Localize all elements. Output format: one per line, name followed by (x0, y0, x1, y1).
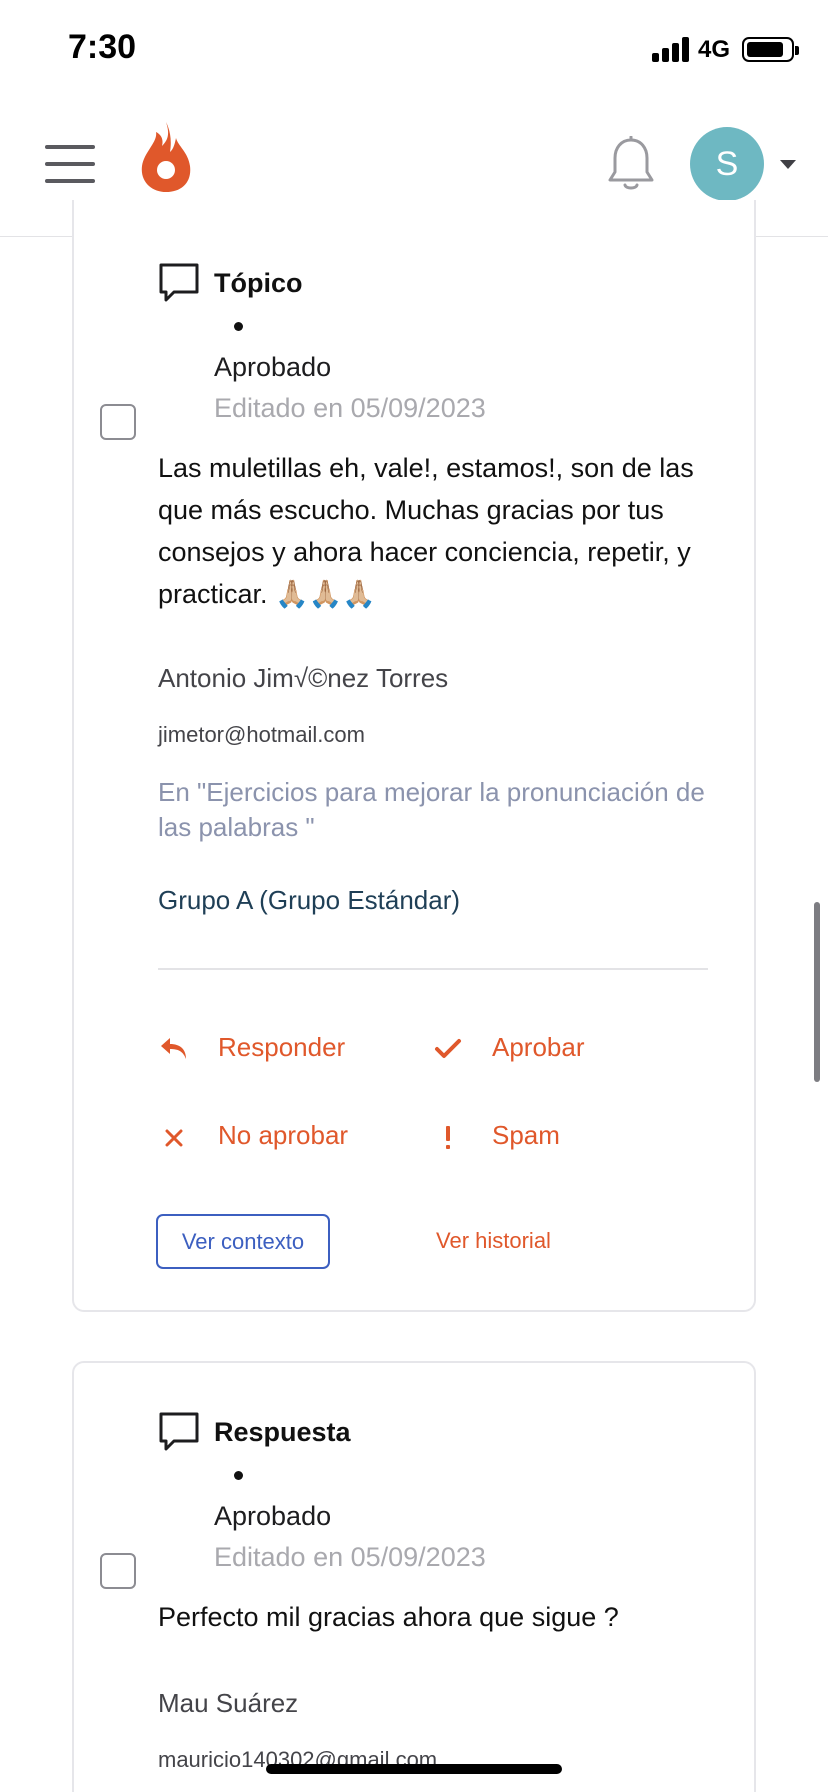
speech-bubble-icon (159, 263, 199, 302)
edited-date: Editado en 05/09/2023 (214, 1542, 486, 1572)
status-time: 7:30 (68, 28, 137, 66)
author-name: Antonio Jim√©nez Torres (158, 663, 449, 693)
bell-icon[interactable] (606, 136, 656, 192)
bullet (234, 322, 243, 331)
signal-icon (652, 36, 692, 62)
bullet (234, 1471, 243, 1480)
menu-icon[interactable] (45, 145, 95, 183)
flame-logo-icon[interactable] (138, 120, 194, 194)
battery-icon (742, 37, 799, 62)
network-type: 4G (698, 36, 731, 63)
check-icon (435, 1039, 461, 1058)
comment-body: Perfecto mil gracias ahora que sigue ? (158, 1602, 619, 1632)
exclamation-icon (446, 1126, 450, 1149)
disapprove-button[interactable]: No aprobar (158, 1118, 378, 1158)
status-bar: 7:30 4G (0, 0, 828, 96)
approve-label: Aprobar (492, 1032, 585, 1062)
comment-body: Las muletillas eh, vale!, estamos!, son … (158, 453, 694, 609)
home-indicator[interactable] (266, 1764, 562, 1774)
close-icon (165, 1129, 183, 1147)
approval-status: Aprobado (214, 1501, 332, 1531)
reply-icon (161, 1038, 186, 1059)
author-email: jimetor@hotmail.com (158, 722, 365, 747)
scrollbar[interactable] (814, 902, 820, 1082)
comment-card: Tópico Aprobado Editado en 05/09/2023 La… (72, 200, 756, 1312)
divider (158, 968, 708, 970)
spam-button[interactable]: Spam (432, 1118, 632, 1158)
spam-label: Spam (492, 1120, 560, 1150)
select-checkbox[interactable] (100, 404, 136, 440)
view-history-link[interactable]: Ver historial (436, 1228, 551, 1254)
user-avatar[interactable]: S (690, 127, 764, 201)
view-context-button[interactable]: Ver contexto (156, 1214, 330, 1269)
edited-date: Editado en 05/09/2023 (214, 393, 486, 423)
comment-card: Respuesta Aprobado Editado en 05/09/2023… (72, 1361, 756, 1792)
disapprove-label: No aprobar (218, 1120, 349, 1150)
approve-button[interactable]: Aprobar (432, 1030, 632, 1070)
reply-label: Responder (218, 1032, 346, 1062)
thread-context: En "Ejercicios para mejorar la pronuncia… (158, 777, 705, 842)
reply-button[interactable]: Responder (158, 1030, 378, 1070)
approval-status: Aprobado (214, 352, 332, 382)
select-checkbox[interactable] (100, 1553, 136, 1589)
author-name: Mau Suárez (158, 1688, 299, 1718)
group-name: Grupo A (Grupo Estándar) (158, 885, 461, 915)
post-type-label: Respuesta (214, 1417, 351, 1447)
speech-bubble-icon (159, 1412, 199, 1451)
chevron-down-icon[interactable] (780, 160, 796, 169)
post-type-label: Tópico (214, 268, 303, 298)
